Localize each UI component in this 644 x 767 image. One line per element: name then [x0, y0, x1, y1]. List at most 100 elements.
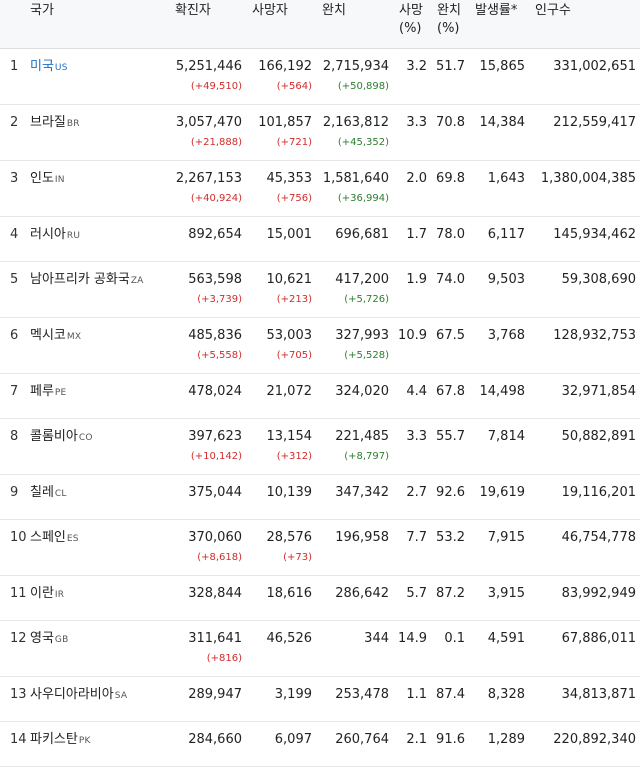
cell-recovered: 260,764 — [316, 721, 393, 767]
cell-recovery-rate: 51.7 — [431, 48, 469, 105]
header-country[interactable]: 국가 — [24, 0, 169, 49]
rank-value: 7 — [10, 384, 19, 399]
death-rate-value: 3.3 — [406, 115, 427, 130]
recovered-value: 327,993 — [335, 328, 389, 343]
confirmed-delta: (+5,558) — [197, 350, 242, 361]
cell-death-rate: 3.2 — [393, 48, 431, 105]
country-label: 페루 — [30, 384, 54, 399]
recovered-delta: (+8,797) — [344, 451, 389, 462]
header-incidence[interactable]: 발생률* — [469, 0, 529, 49]
cell-deaths: 28,576 (+73) — [246, 519, 316, 576]
cell-confirmed: 289,947 — [169, 676, 246, 722]
header-death-rate[interactable]: 사망 (%) — [393, 0, 431, 49]
cell-recovered: 253,478 — [316, 676, 393, 722]
recovery-rate-value: 74.0 — [436, 272, 465, 287]
header-recovery-rate[interactable]: 완치 (%) — [431, 0, 469, 49]
incidence-value: 1,643 — [487, 171, 525, 186]
confirmed-value: 563,598 — [188, 272, 242, 287]
deaths-delta: (+73) — [283, 552, 312, 563]
country-code: CL — [54, 489, 67, 499]
country-code: CO — [78, 433, 93, 443]
country-code: GB — [54, 635, 69, 645]
table-row: 11 이란IR 328,844 18,616 286,642 5.7 87.2 3,915 83… — [0, 575, 640, 621]
cell-deaths: 166,192 (+564) — [246, 48, 316, 105]
confirmed-value: 2,267,153 — [175, 171, 242, 186]
population-value: 34,813,871 — [561, 687, 636, 702]
death-rate-value: 7.7 — [406, 530, 427, 545]
cell-confirmed: 370,060 (+8,618) — [169, 519, 246, 576]
header-death-rate-line2: (%) — [399, 21, 422, 36]
country-name: 인도IN — [30, 171, 65, 186]
country-code: PE — [54, 388, 67, 398]
confirmed-value: 375,044 — [188, 485, 242, 500]
cell-deaths: 46,526 — [246, 620, 316, 677]
rank-value: 3 — [10, 171, 19, 186]
cell-confirmed: 2,267,153 (+40,924) — [169, 160, 246, 217]
recovered-value: 417,200 — [335, 272, 389, 287]
country-name: 페루PE — [30, 384, 66, 399]
header-confirmed[interactable]: 확진자 — [169, 0, 246, 49]
country-label: 러시아 — [30, 227, 66, 242]
cell-recovered: 196,958 — [316, 519, 393, 576]
cell-recovered: 327,993 (+5,528) — [316, 317, 393, 374]
cell-death-rate: 14.9 — [393, 620, 431, 677]
cell-deaths: 101,857 (+721) — [246, 104, 316, 161]
deaths-value: 28,576 — [266, 530, 313, 545]
cell-rank: 7 — [0, 373, 24, 419]
recovered-value: 221,485 — [335, 429, 389, 444]
recovered-delta: (+5,726) — [344, 294, 389, 305]
cell-deaths: 18,616 — [246, 575, 316, 621]
cell-population: 19,116,201 — [529, 474, 640, 520]
cell-population: 331,002,651 — [529, 48, 640, 105]
cell-country: 사우디아라비아SA — [24, 676, 169, 722]
table-row: 1 미국US 5,251,446 (+49,510) 166,192 (+564) 2,71… — [0, 48, 640, 105]
cell-confirmed: 478,024 — [169, 373, 246, 419]
country-name[interactable]: 미국US — [30, 59, 68, 74]
deaths-delta: (+721) — [276, 137, 312, 148]
cell-incidence: 1,289 — [469, 721, 529, 767]
recovered-value: 286,642 — [335, 586, 389, 601]
confirmed-value: 289,947 — [188, 687, 242, 702]
cell-population: 212,559,417 — [529, 104, 640, 161]
cell-population: 59,308,690 — [529, 261, 640, 318]
cell-country: 스페인ES — [24, 519, 169, 576]
header-deaths[interactable]: 사망자 — [246, 0, 316, 49]
death-rate-value: 1.9 — [406, 272, 427, 287]
cell-rank: 9 — [0, 474, 24, 520]
recovery-rate-value: 67.5 — [436, 328, 465, 343]
recovery-rate-value: 0.1 — [444, 631, 465, 646]
cell-recovery-rate: 0.1 — [431, 620, 469, 677]
cell-rank: 5 — [0, 261, 24, 318]
header-population[interactable]: 인구수 — [529, 0, 640, 49]
cell-deaths: 10,139 — [246, 474, 316, 520]
cell-deaths: 53,003 (+705) — [246, 317, 316, 374]
header-recovered[interactable]: 완치 — [316, 0, 393, 49]
rank-value: 12 — [10, 631, 27, 646]
cell-country[interactable]: 미국US — [24, 48, 169, 105]
cell-population: 50,882,891 — [529, 418, 640, 475]
deaths-value: 53,003 — [266, 328, 313, 343]
recovery-rate-value: 87.2 — [436, 586, 465, 601]
country-label: 남아프리카 공화국 — [30, 272, 130, 287]
population-value: 145,934,462 — [553, 227, 636, 242]
table-body: 1 미국US 5,251,446 (+49,510) 166,192 (+564) 2,71… — [0, 48, 640, 767]
country-label: 브라질 — [30, 115, 66, 130]
rank-value: 4 — [10, 227, 19, 242]
population-value: 32,971,854 — [561, 384, 636, 399]
cell-recovery-rate: 92.6 — [431, 474, 469, 520]
country-name: 멕시코MX — [30, 328, 81, 343]
cell-confirmed: 485,836 (+5,558) — [169, 317, 246, 374]
cell-recovered: 221,485 (+8,797) — [316, 418, 393, 475]
confirmed-delta: (+10,142) — [190, 451, 242, 462]
confirmed-delta: (+21,888) — [190, 137, 242, 148]
table-row: 12 영국GB 311,641 (+816) 46,526 344 14.9 0.1 4,591… — [0, 620, 640, 677]
confirmed-value: 311,641 — [188, 631, 242, 646]
cell-recovery-rate: 69.8 — [431, 160, 469, 217]
cell-country: 페루PE — [24, 373, 169, 419]
cell-incidence: 3,915 — [469, 575, 529, 621]
recovery-rate-value: 53.2 — [436, 530, 465, 545]
recovery-rate-value: 67.8 — [436, 384, 465, 399]
header-deaths-label: 사망자 — [252, 3, 288, 18]
confirmed-value: 5,251,446 — [175, 59, 242, 74]
country-name: 이란IR — [30, 586, 64, 601]
